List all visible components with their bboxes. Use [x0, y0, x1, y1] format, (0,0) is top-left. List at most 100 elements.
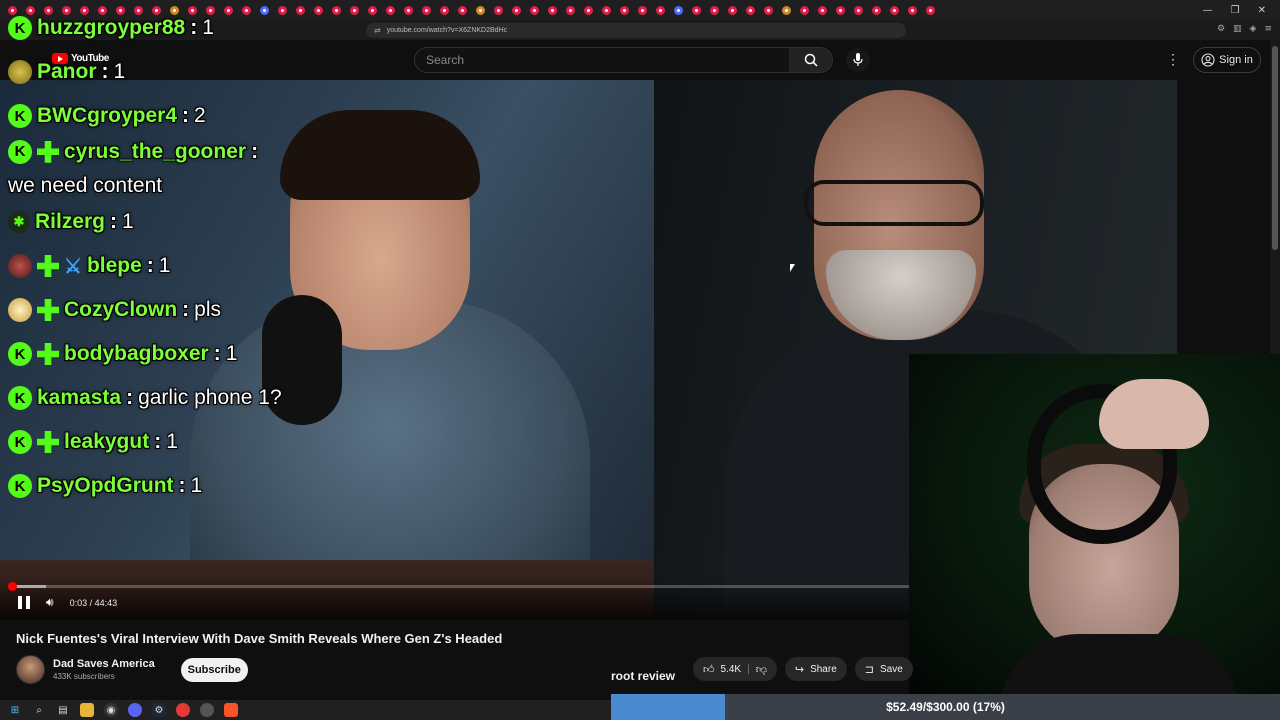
chat-text: 1 — [190, 474, 203, 497]
chat-text: 1 — [158, 254, 171, 277]
browser-tab[interactable] — [692, 5, 701, 15]
scrollbar-thumb[interactable] — [1272, 46, 1278, 250]
thumbs-down-icon[interactable]: 👎︎ — [756, 663, 767, 676]
user-avatar-icon — [8, 60, 32, 84]
chat-message: Kkamasta: garlic phone 1? — [8, 376, 328, 420]
file-explorer-icon[interactable] — [80, 703, 94, 717]
channel-name[interactable]: Dad Saves America — [53, 658, 155, 670]
steam-icon[interactable]: ⚙ — [152, 703, 166, 717]
chat-username: BWCgroyper4 — [37, 104, 178, 127]
browser-tab[interactable] — [386, 5, 395, 15]
volume-icon[interactable]: 🔊︎ — [46, 595, 54, 610]
more-options-icon[interactable]: ⋮ — [1166, 51, 1180, 68]
browser-tab[interactable] — [908, 5, 917, 15]
chat-separator: : — [101, 60, 109, 83]
browser-tab[interactable] — [512, 5, 521, 15]
sword-badge-icon: ⚔ — [64, 255, 82, 278]
chat-username: PsyOpdGrunt — [37, 474, 174, 497]
discord-icon[interactable] — [128, 703, 142, 717]
save-button[interactable]: ⊐ Save — [854, 657, 913, 681]
browser-tab[interactable] — [332, 5, 341, 15]
browser-tab[interactable] — [404, 5, 413, 15]
channel-avatar[interactable] — [16, 655, 45, 684]
menu-icon[interactable]: ≡ — [1264, 24, 1272, 34]
browser-tab[interactable] — [350, 5, 359, 15]
close-button[interactable]: ✕ — [1258, 5, 1266, 16]
browser-tab[interactable] — [422, 5, 431, 15]
obs-icon[interactable]: ◉ — [104, 703, 118, 717]
task-view-icon[interactable]: ▤ — [56, 703, 70, 717]
browser-tab[interactable] — [368, 5, 377, 15]
browser-tab[interactable] — [458, 5, 467, 15]
like-button[interactable]: 👍︎ 5.4K | 👎︎ — [693, 657, 777, 681]
save-label: Save — [879, 663, 903, 675]
browser-tab[interactable] — [710, 5, 719, 15]
taskbar: ⊞ ⌕ ▤ ◉ ⚙ — [0, 700, 611, 720]
browser-tab[interactable] — [818, 5, 827, 15]
chat-separator: : — [251, 139, 259, 163]
wallet-icon[interactable]: ◈ — [1250, 24, 1257, 34]
subscribe-button[interactable]: Subscribe — [180, 657, 248, 682]
voice-search-button[interactable] — [846, 48, 870, 72]
maximize-button[interactable]: ❐ — [1231, 5, 1240, 16]
browser-tab[interactable] — [926, 5, 935, 15]
browser-tab[interactable] — [584, 5, 593, 15]
sidebar-icon[interactable]: ▥ — [1233, 24, 1242, 34]
browser-tab[interactable] — [890, 5, 899, 15]
browser-tab[interactable] — [782, 5, 791, 15]
browser-tab[interactable] — [440, 5, 449, 15]
progress-bar[interactable] — [8, 582, 909, 591]
chrome-icon[interactable] — [176, 703, 190, 717]
browser-tab[interactable] — [494, 5, 503, 15]
browser-tab[interactable] — [638, 5, 647, 15]
browser-tab[interactable] — [530, 5, 539, 15]
sign-in-label: Sign in — [1219, 54, 1253, 66]
browser-tab[interactable] — [566, 5, 575, 15]
share-button[interactable]: ↪ Share — [784, 657, 847, 681]
sign-in-button[interactable]: Sign in — [1193, 47, 1261, 73]
bookmark-icon: ⊐ — [864, 662, 874, 676]
browser-tab[interactable] — [548, 5, 557, 15]
search-button[interactable] — [789, 47, 833, 73]
chat-username: cyrus_the_gooner — [64, 139, 247, 163]
chat-text: we need content — [8, 174, 163, 198]
page-scrollbar[interactable] — [1270, 40, 1280, 354]
browser-tab[interactable] — [872, 5, 881, 15]
browser-tab[interactable] — [602, 5, 611, 15]
webcam-feed — [909, 354, 1280, 694]
browser-tab[interactable] — [476, 5, 485, 15]
kick-badge-icon: K — [8, 342, 32, 366]
search-icon[interactable]: ⌕ — [32, 703, 46, 717]
site-info-icon[interactable]: ⇌ — [374, 26, 381, 35]
extension-icon[interactable]: ⚙ — [1217, 24, 1225, 34]
chat-separator: : — [213, 342, 221, 365]
browser-tab[interactable] — [728, 5, 737, 15]
browser-tab[interactable] — [656, 5, 665, 15]
streamer-shirt — [999, 634, 1239, 694]
mouse-cursor — [790, 264, 795, 272]
search-input[interactable] — [426, 53, 789, 67]
chat-separator: : — [146, 254, 154, 277]
browser-tab[interactable] — [800, 5, 809, 15]
browser-tab[interactable] — [836, 5, 845, 15]
brave-icon[interactable] — [224, 703, 238, 717]
player-controls: 🔊︎ 0:03 / 44:43 — [18, 595, 117, 610]
browser-tab[interactable] — [854, 5, 863, 15]
donation-goal-bar: $52.49/$300.00 (17%) — [611, 694, 1280, 720]
browser-tab[interactable] — [674, 5, 683, 15]
scrubber-handle[interactable] — [8, 582, 17, 591]
url-field[interactable]: ⇌ youtube.com/watch?v=X6ZNKD2BdHc — [366, 22, 906, 38]
windows-start-icon[interactable]: ⊞ — [8, 703, 22, 717]
search-icon — [804, 53, 818, 67]
subscriber-badge-icon — [37, 343, 59, 365]
browser-tab[interactable] — [620, 5, 629, 15]
pause-icon[interactable] — [18, 596, 30, 609]
browser-tab[interactable] — [746, 5, 755, 15]
chat-message: Panor:1 — [8, 50, 328, 94]
user-avatar-icon — [8, 298, 32, 322]
chat-text: garlic phone 1? — [138, 386, 282, 409]
app-icon[interactable] — [200, 703, 214, 717]
minimize-button[interactable]: — — [1203, 5, 1213, 16]
kick-badge-icon: K — [8, 139, 32, 164]
browser-tab[interactable] — [764, 5, 773, 15]
